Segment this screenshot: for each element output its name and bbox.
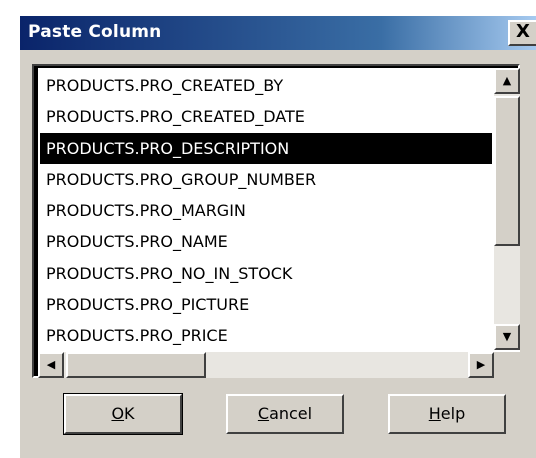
list-item[interactable]: PRODUCTS.PRO_NAME: [40, 226, 492, 257]
ok-label-rest: K: [124, 404, 135, 423]
scroll-down-button[interactable]: ▼: [494, 324, 520, 350]
horizontal-scroll-thumb[interactable]: [66, 352, 206, 378]
list-item[interactable]: PRODUCTS.PRO_CREATED_DATE: [40, 101, 492, 132]
paste-column-dialog: Paste Column X PRODUCTS.PRO_CREATED_BY PR…: [18, 14, 536, 458]
help-button[interactable]: Help: [388, 394, 506, 434]
ok-mnemonic: O: [111, 404, 125, 423]
list-item[interactable]: PRODUCTS.PRO_GROUP_NUMBER: [40, 164, 492, 195]
list-item[interactable]: PRODUCTS.PRO_PICTURE: [40, 289, 492, 320]
window-title: Paste Column: [28, 22, 162, 42]
scroll-up-arrow-icon: ▲: [502, 74, 512, 87]
cancel-label-rest: ancel: [269, 404, 313, 423]
cancel-mnemonic: C: [257, 404, 270, 423]
list-item[interactable]: PRODUCTS.PRO_DESCRIPTION: [40, 132, 492, 164]
scrollbar-corner: [494, 352, 520, 378]
scroll-right-arrow-icon: ▶: [476, 358, 486, 371]
help-label-rest: elp: [440, 404, 466, 423]
list-frame-inner: PRODUCTS.PRO_CREATED_BY PRODUCTS.PRO_CREA…: [34, 66, 520, 378]
list-item[interactable]: PRODUCTS.PRO_MARGIN: [40, 195, 492, 226]
scroll-left-button[interactable]: ◀: [38, 352, 64, 378]
list-item[interactable]: PRODUCTS.PRO_NO_IN_STOCK: [40, 258, 492, 289]
horizontal-scrollbar[interactable]: ◀ ▶: [38, 352, 520, 378]
scroll-right-button[interactable]: ▶: [468, 352, 494, 378]
close-button[interactable]: X: [508, 20, 536, 46]
vertical-scrollbar[interactable]: ▲ ▼: [494, 68, 520, 350]
column-list[interactable]: PRODUCTS.PRO_CREATED_BY PRODUCTS.PRO_CREA…: [40, 70, 492, 350]
list-item[interactable]: PRODUCTS.PRO_CREATED_BY: [40, 70, 492, 101]
list-item[interactable]: PRODUCTS.PRO_PRICE: [40, 320, 492, 350]
vertical-scroll-thumb[interactable]: [494, 96, 520, 246]
scroll-up-button[interactable]: ▲: [494, 68, 520, 94]
scroll-left-arrow-icon: ◀: [46, 358, 56, 371]
ok-button[interactable]: OK: [63, 393, 183, 435]
cancel-button[interactable]: Cancel: [226, 394, 344, 434]
column-list-box[interactable]: PRODUCTS.PRO_CREATED_BY PRODUCTS.PRO_CREA…: [32, 64, 520, 378]
close-icon: X: [516, 21, 530, 42]
title-bar[interactable]: Paste Column: [20, 16, 536, 50]
help-mnemonic: H: [428, 404, 441, 423]
scroll-down-arrow-icon: ▼: [502, 330, 512, 343]
